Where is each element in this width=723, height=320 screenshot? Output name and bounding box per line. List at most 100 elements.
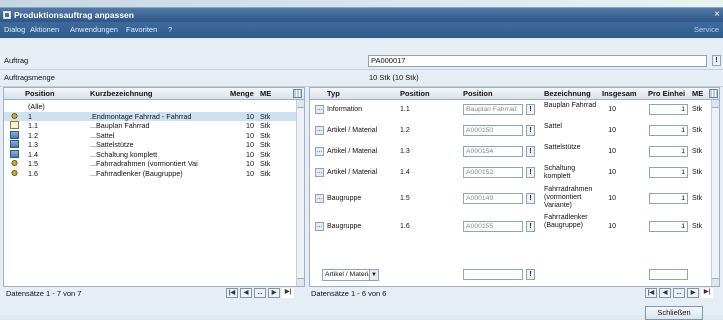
- close-icon[interactable]: ×: [714, 8, 720, 21]
- table-row[interactable]: 1.4 ...Schaltung komplett 10 Stk: [4, 149, 296, 159]
- row-pro-einheit-input[interactable]: 1: [649, 193, 688, 204]
- row-info-button[interactable]: !: [526, 125, 535, 136]
- row-pro-einheit-input[interactable]: 1: [649, 146, 688, 157]
- row-menu-button[interactable]: ...: [315, 147, 324, 156]
- row-menu-button[interactable]: ...: [315, 105, 324, 114]
- row-reference-input[interactable]: A000150: [463, 125, 523, 136]
- new-row-type-select[interactable]: Artikel / Materia ▼: [322, 269, 379, 281]
- col-position-ref[interactable]: Position: [463, 88, 493, 100]
- row-info-button[interactable]: !: [526, 221, 535, 232]
- row-me: Stk: [260, 121, 271, 130]
- row-menge: 10: [246, 159, 254, 168]
- table-row[interactable]: 1 .Endmontage Fahrrad - Fahrrad 10 Stk: [4, 111, 296, 121]
- menu-bar: Dialog Aktionen Anwendungen Favoriten ? …: [0, 22, 723, 38]
- menu-aktionen[interactable]: Aktionen: [30, 22, 59, 38]
- new-row-type-value: Artikel / Materia: [325, 271, 373, 278]
- row-typ: Information: [327, 106, 363, 113]
- column-chooser-icon[interactable]: [709, 89, 718, 98]
- row-pro-einheit-input[interactable]: 1: [649, 125, 688, 136]
- row-insgesamt: 10: [608, 169, 616, 176]
- row-menu-button[interactable]: ...: [315, 222, 324, 231]
- row-typ: Baugruppe: [327, 195, 362, 202]
- right-nav-dots[interactable]: ...: [673, 288, 685, 298]
- menu-favoriten[interactable]: Favoriten: [126, 22, 157, 38]
- left-nav-next[interactable]: ▶: [268, 288, 280, 298]
- row-menge: 10: [246, 121, 254, 130]
- col-typ[interactable]: Typ: [327, 88, 340, 100]
- row-info-button[interactable]: !: [526, 193, 535, 204]
- right-nav-prev[interactable]: ◀: [659, 288, 671, 298]
- col-position-num[interactable]: Position: [400, 88, 430, 100]
- col-kurzbezeichnung[interactable]: Kurzbezeichnung: [90, 88, 153, 100]
- col-pro-einheit[interactable]: Pro Einhei: [648, 88, 685, 100]
- scroll-down-icon[interactable]: [297, 278, 304, 286]
- row-position: 1.5: [400, 195, 410, 202]
- auftragsmenge-value: 10 Stk (10 Stk): [369, 73, 419, 82]
- row-position: 1: [28, 111, 32, 121]
- close-button[interactable]: Schließen: [645, 306, 703, 320]
- col-me[interactable]: ME: [260, 88, 271, 100]
- scroll-down-icon[interactable]: [712, 278, 719, 286]
- left-nav-prev[interactable]: ◀: [240, 288, 252, 298]
- table-row[interactable]: 1.5 ...Fahrradrahmen (vormontiert Vai 10 St…: [4, 159, 296, 168]
- scroll-up-icon[interactable]: [297, 100, 304, 108]
- row-bezeichnung: Sattel: [544, 123, 562, 130]
- table-row[interactable]: (Alle): [4, 102, 296, 111]
- row-info-button[interactable]: !: [526, 146, 535, 157]
- table-row[interactable]: 1.1 ...Bauplan Fahrrad 10 Stk: [4, 121, 296, 130]
- window-title: Produktionsauftrag anpassen: [14, 10, 134, 20]
- row-reference-input[interactable]: A000149: [463, 193, 523, 204]
- left-nav-dots[interactable]: ...: [254, 288, 266, 298]
- scroll-up-icon[interactable]: [712, 100, 719, 108]
- row-bezeichnung: Bauplan Fahrrad: [544, 102, 597, 109]
- col-me-right[interactable]: ME: [692, 88, 703, 100]
- row-reference-input[interactable]: A000152: [463, 167, 523, 178]
- row-me: Stk: [692, 195, 703, 202]
- auftrag-input[interactable]: PA000017: [368, 55, 707, 67]
- auftrag-info-button[interactable]: !: [712, 55, 721, 66]
- row-reference-input[interactable]: A000155: [463, 221, 523, 232]
- menu-service[interactable]: Service: [694, 22, 719, 38]
- row-pro-einheit-input[interactable]: 1: [649, 104, 688, 115]
- col-menge[interactable]: Menge: [230, 88, 254, 100]
- row-pro-einheit-input[interactable]: 1: [649, 167, 688, 178]
- right-nav-first[interactable]: |◀: [645, 288, 657, 298]
- left-vertical-scrollbar[interactable]: [296, 100, 304, 286]
- left-nav-last[interactable]: ▶|: [282, 288, 294, 298]
- left-table-header: Position Kurzbezeichnung Menge ME: [4, 88, 304, 100]
- table-row[interactable]: 1.6 ...Fahrradlenker (Baugruppe) 10 Stk: [4, 168, 296, 178]
- row-position: 1.6: [400, 223, 410, 230]
- right-nav-next[interactable]: ▶: [687, 288, 699, 298]
- row-reference-input[interactable]: Bauplan Fahrrad: [463, 104, 523, 115]
- table-row[interactable]: 1.2 ...Sattel 10 Stk: [4, 130, 296, 140]
- menu-anwendungen[interactable]: Anwendungen: [70, 22, 118, 38]
- row-me: Stk: [692, 127, 703, 134]
- new-row-info-button[interactable]: !: [526, 269, 535, 280]
- row-position: 1.1: [400, 106, 410, 113]
- row-menu-button[interactable]: ...: [315, 126, 324, 135]
- table-row[interactable]: 1.3 ...Sattelstütze 10 Stk: [4, 140, 296, 149]
- column-chooser-icon[interactable]: [293, 89, 302, 98]
- col-position[interactable]: Position: [25, 88, 55, 100]
- components-table: Typ Position Position Bezeichnung Insges…: [309, 87, 720, 287]
- col-bezeichnung[interactable]: Bezeichnung: [544, 88, 591, 100]
- row-info-button[interactable]: !: [526, 167, 535, 178]
- row-menu-button[interactable]: ...: [315, 168, 324, 177]
- auftragsmenge-label: Auftragsmenge: [4, 73, 55, 82]
- row-position: 1.1: [28, 121, 38, 130]
- right-nav-last[interactable]: ▶|: [701, 288, 713, 298]
- row-pro-einheit-input[interactable]: 1: [649, 221, 688, 232]
- row-reference-input[interactable]: A000154: [463, 146, 523, 157]
- menu-dialog[interactable]: Dialog: [4, 22, 25, 38]
- app-icon: [3, 11, 11, 19]
- row-info-button[interactable]: !: [526, 104, 535, 115]
- row-menu-button[interactable]: ...: [315, 194, 324, 203]
- left-nav-first[interactable]: |◀: [226, 288, 238, 298]
- menu-help[interactable]: ?: [168, 22, 172, 38]
- row-bezeichnung: Fahrradrahmen (vormontiert Variante): [544, 186, 593, 209]
- new-row-ref-input[interactable]: [463, 269, 523, 280]
- chevron-down-icon[interactable]: ▼: [369, 270, 378, 280]
- new-row-pro-input[interactable]: [649, 269, 688, 280]
- col-insgesamt[interactable]: Insgesam: [602, 88, 637, 100]
- right-vertical-scrollbar[interactable]: [711, 100, 719, 286]
